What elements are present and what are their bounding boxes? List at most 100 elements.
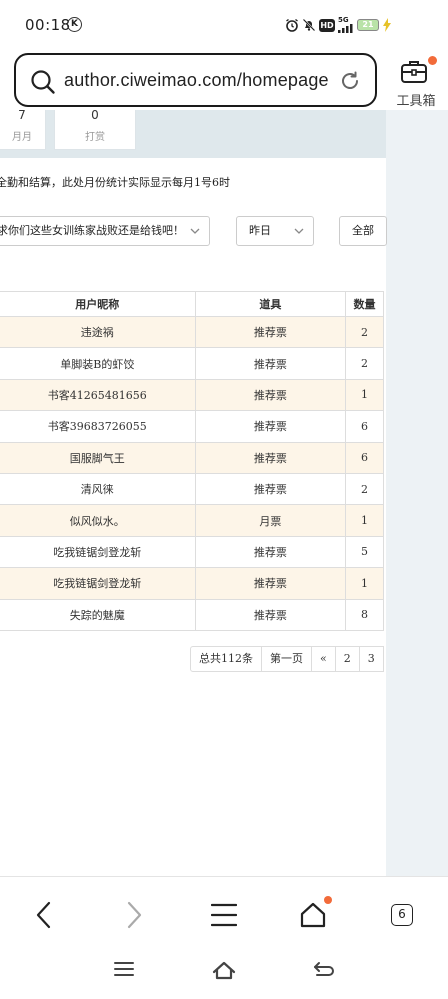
stat-value: 0 (91, 110, 99, 122)
stat-value: 7 (18, 110, 26, 122)
k-badge-icon: K (67, 17, 82, 32)
url-text[interactable]: author.ciweimao.com/homepage (64, 70, 329, 91)
alarm-icon (286, 18, 298, 32)
search-icon (31, 70, 55, 94)
pager-total: 总共112条 (190, 646, 262, 672)
cell-nickname: 清风徕 (0, 472, 196, 506)
page-content: 7 月月 0 打赏 全勤和结算，此处月份统计实际显示每月1号6时 求你们这些女训… (0, 110, 448, 876)
stat-label: 打赏 (85, 132, 105, 143)
header-nickname: 用户昵称 (0, 291, 196, 317)
book-select[interactable]: 求你们这些女训练家战败还是给钱吧！ (0, 216, 210, 246)
stat-card-monthly: 7 月月 (0, 110, 46, 150)
cell-item: 推荐票 (194, 598, 347, 631)
table-row: 书客39683726055 推荐票 6 (0, 410, 384, 443)
cell-item: 推荐票 (194, 472, 347, 506)
menu-icon (211, 903, 237, 927)
recent-apps-icon[interactable] (114, 960, 134, 978)
charging-icon (383, 18, 391, 32)
address-bar[interactable]: author.ciweimao.com/homepage (14, 53, 377, 107)
cell-quantity: 5 (345, 535, 384, 569)
signal-icon: 5G (338, 17, 354, 33)
type-select-value: 全部 (352, 224, 374, 237)
forward-button[interactable] (116, 897, 152, 933)
reload-icon[interactable] (339, 70, 361, 92)
cell-quantity: 6 (345, 441, 384, 474)
table-row: 失踪的魅魔 推荐票 8 (0, 598, 384, 631)
system-back-icon[interactable] (313, 960, 335, 980)
cell-quantity: 2 (345, 315, 384, 349)
hd-icon: HD (319, 18, 335, 32)
pager-page-3[interactable]: 3 (358, 646, 384, 672)
cell-quantity: 2 (345, 347, 384, 380)
cell-item: 推荐票 (194, 535, 347, 569)
table-row: 单脚装B的虾饺 推荐票 2 (0, 347, 384, 380)
cell-nickname: 似风似水。 (0, 504, 196, 537)
toolbox-label: 工具箱 (396, 94, 436, 109)
table-row: 书客41265481656 推荐票 1 (0, 378, 384, 412)
chevron-down-icon (189, 225, 201, 237)
cell-nickname: 吃我链锯剑登龙斩 (0, 567, 196, 600)
cell-quantity: 8 (345, 598, 384, 631)
notice-text: 全勤和结算，此处月份统计实际显示每月1号6时 (0, 176, 230, 189)
table-header-row: 用户昵称 道具 数量 (0, 291, 384, 317)
cell-quantity: 1 (345, 378, 384, 412)
stat-label: 月月 (12, 132, 32, 143)
chevron-down-icon (294, 228, 304, 234)
status-icons: HD 5G 21 (285, 16, 392, 34)
status-time: 00:18 (25, 16, 71, 34)
pager-first-page[interactable]: 第一页 (261, 646, 312, 672)
back-button[interactable] (26, 897, 62, 933)
cell-quantity: 2 (345, 472, 384, 506)
toolbox-icon (401, 61, 427, 83)
date-select[interactable]: 昨日 (236, 216, 314, 246)
pagination: 总共112条 第一页 « 2 3 (190, 646, 384, 672)
browser-nav-bar: 6 (0, 876, 448, 948)
mute-bell-icon (302, 18, 316, 32)
cell-quantity: 1 (345, 504, 384, 537)
status-bar: 00:18 K HD 5G 21 (0, 0, 448, 50)
tabs-button[interactable]: 6 (384, 897, 420, 933)
cell-nickname: 书客39683726055 (0, 410, 196, 443)
cell-item: 月票 (194, 504, 347, 537)
cell-item: 推荐票 (194, 378, 347, 412)
stat-card-tip: 0 打赏 (54, 110, 136, 150)
cell-item: 推荐票 (194, 567, 347, 600)
table-row: 清风徕 推荐票 2 (0, 472, 384, 506)
header-item: 道具 (194, 291, 347, 317)
side-panel (386, 110, 448, 876)
pager-page-2[interactable]: 2 (334, 646, 360, 672)
table-row: 国服脚气王 推荐票 6 (0, 441, 384, 474)
tabs-count: 6 (391, 904, 413, 926)
table-row: 违途祸 推荐票 2 (0, 315, 384, 349)
system-nav-bar (0, 948, 448, 999)
menu-button[interactable] (206, 897, 242, 933)
type-select[interactable]: 全部 (339, 216, 387, 246)
gift-table: 用户昵称 道具 数量 违途祸 推荐票 2 单脚装B的虾饺 推荐票 2 书客4126548… (0, 291, 384, 631)
book-select-value: 求你们这些女训练家战败还是给钱吧！ (0, 224, 184, 237)
cell-quantity: 1 (345, 567, 384, 600)
cell-nickname: 失踪的魅魔 (0, 598, 196, 631)
notification-dot (428, 56, 437, 65)
system-home-icon[interactable] (212, 960, 236, 980)
toolbox-button[interactable]: 工具箱 (390, 56, 438, 109)
cell-nickname: 国服脚气王 (0, 441, 196, 474)
date-select-value: 昨日 (249, 224, 271, 237)
pager-prev[interactable]: « (311, 646, 336, 672)
cell-item: 推荐票 (194, 410, 347, 443)
home-notification-dot (324, 896, 332, 904)
cell-nickname: 吃我链锯剑登龙斩 (0, 535, 196, 569)
chevron-right-icon (127, 901, 142, 929)
cell-quantity: 6 (345, 410, 384, 443)
table-row: 吃我链锯剑登龙斩 推荐票 5 (0, 535, 384, 569)
header-quantity: 数量 (345, 291, 384, 317)
cell-item: 推荐票 (194, 441, 347, 474)
table-row: 吃我链锯剑登龙斩 推荐票 1 (0, 567, 384, 600)
cell-item: 推荐票 (194, 315, 347, 349)
cell-item: 推荐票 (194, 347, 347, 380)
cell-nickname: 违途祸 (0, 315, 196, 349)
chevron-left-icon (36, 901, 51, 929)
home-icon (300, 902, 326, 928)
cell-nickname: 书客41265481656 (0, 378, 196, 412)
battery-icon: 21 (357, 19, 379, 31)
table-row: 似风似水。 月票 1 (0, 504, 384, 537)
